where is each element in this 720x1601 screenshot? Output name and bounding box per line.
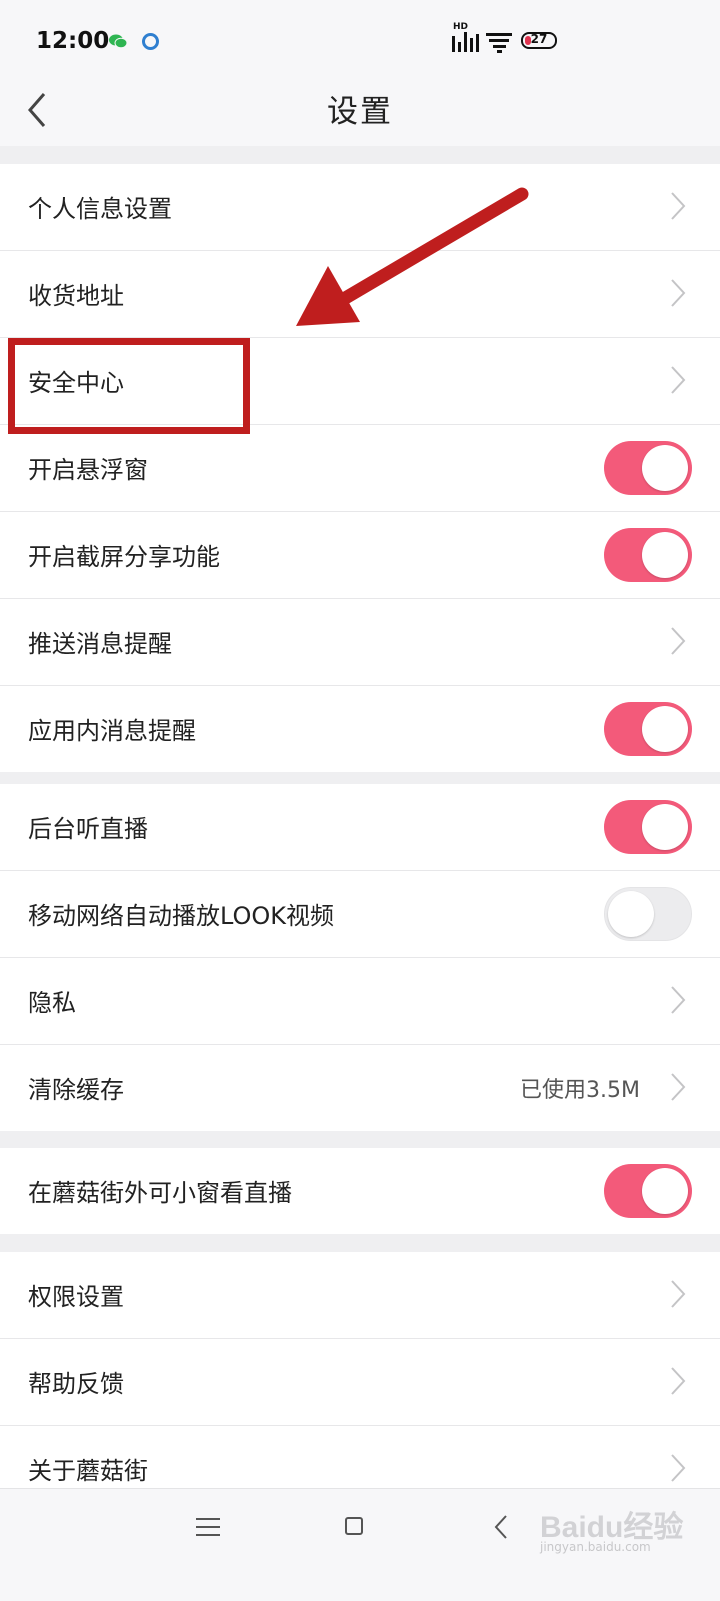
- chevron-right-icon: [671, 1280, 686, 1308]
- toggle-switch[interactable]: [604, 1164, 692, 1218]
- toggle-knob: [642, 532, 688, 578]
- settings-row[interactable]: 个人信息设置: [0, 164, 720, 251]
- recent-apps-icon[interactable]: [196, 1517, 220, 1537]
- chevron-right-icon: [671, 1454, 686, 1482]
- chevron-right-icon: [671, 1367, 686, 1395]
- chevron-right-icon: [671, 192, 686, 220]
- settings-row-label: 移动网络自动播放LOOK视频: [28, 902, 335, 930]
- chevron-right-icon: [671, 279, 686, 307]
- toggle-knob: [642, 445, 688, 491]
- chevron-right-icon: [671, 986, 686, 1014]
- settings-row-label: 关于蘑菇街: [28, 1457, 148, 1485]
- toggle-knob: [642, 804, 688, 850]
- settings-group: 后台听直播移动网络自动播放LOOK视频 隐私清除缓存 已使用3.5M: [0, 784, 720, 1131]
- settings-group: 权限设置帮助反馈关于蘑菇街: [0, 1252, 720, 1512]
- battery-icon: 27: [521, 32, 557, 49]
- watermark-url: jingyan.baidu.com: [540, 1540, 651, 1554]
- settings-row-label: 开启悬浮窗: [28, 456, 148, 484]
- settings-row-label: 帮助反馈: [28, 1370, 124, 1398]
- status-bar: 12:00 HD 27: [0, 0, 720, 80]
- signal-icon: [452, 32, 479, 52]
- chevron-right-icon: [671, 366, 686, 394]
- settings-row[interactable]: 开启截屏分享功能: [0, 512, 720, 599]
- settings-group: 个人信息设置 收货地址 安全中心 开启悬浮窗 开启截屏分享功能 推送消息提醒 应用内消息提醒: [0, 164, 720, 772]
- chevron-right-icon: [671, 1073, 686, 1101]
- settings-row-label: 权限设置: [28, 1283, 124, 1311]
- settings-row-value: 已使用3.5M: [520, 1078, 640, 1103]
- settings-row-label: 应用内消息提醒: [28, 717, 196, 745]
- toggle-knob: [642, 1168, 688, 1214]
- settings-row[interactable]: 在蘑菇街外可小窗看直播: [0, 1148, 720, 1234]
- toggle-switch[interactable]: [604, 528, 692, 582]
- settings-row[interactable]: 帮助反馈: [0, 1339, 720, 1426]
- settings-row[interactable]: 开启悬浮窗: [0, 425, 720, 512]
- system-back-icon[interactable]: [494, 1514, 508, 1540]
- battery-level: 27: [530, 32, 548, 46]
- settings-row[interactable]: 清除缓存 已使用3.5M: [0, 1045, 720, 1131]
- settings-row-label: 开启截屏分享功能: [28, 543, 220, 571]
- settings-group: 在蘑菇街外可小窗看直播: [0, 1148, 720, 1234]
- title-bar: 设置: [0, 80, 720, 146]
- wifi-icon: [486, 33, 512, 53]
- toggle-knob: [642, 706, 688, 752]
- toggle-switch[interactable]: [604, 800, 692, 854]
- chevron-right-icon: [671, 627, 686, 655]
- settings-row[interactable]: 隐私: [0, 958, 720, 1045]
- wechat-icon: [109, 34, 128, 49]
- settings-row[interactable]: 收货地址: [0, 251, 720, 338]
- settings-row[interactable]: 推送消息提醒: [0, 599, 720, 686]
- toggle-switch[interactable]: [604, 887, 692, 941]
- app-notification-icon: [142, 33, 159, 50]
- toggle-knob: [608, 891, 654, 937]
- settings-row[interactable]: 后台听直播: [0, 784, 720, 871]
- settings-row[interactable]: 权限设置: [0, 1252, 720, 1339]
- settings-row-label: 后台听直播: [28, 815, 148, 843]
- home-icon[interactable]: [345, 1517, 363, 1535]
- settings-row-label: 收货地址: [28, 282, 124, 310]
- toggle-switch[interactable]: [604, 702, 692, 756]
- settings-row[interactable]: 应用内消息提醒: [0, 686, 720, 772]
- status-time: 12:00: [36, 28, 110, 54]
- annotation-highlight-box: [8, 338, 250, 434]
- settings-row-label: 个人信息设置: [28, 195, 172, 223]
- settings-row[interactable]: 移动网络自动播放LOOK视频: [0, 871, 720, 958]
- settings-row-label: 在蘑菇街外可小窗看直播: [28, 1179, 292, 1207]
- settings-row-label: 清除缓存: [28, 1076, 124, 1104]
- page-title: 设置: [327, 94, 393, 130]
- settings-row-label: 隐私: [28, 989, 76, 1017]
- watermark: Baidu经验 jingyan.baidu.com: [540, 1500, 720, 1600]
- settings-row-label: 推送消息提醒: [28, 630, 172, 658]
- toggle-switch[interactable]: [604, 441, 692, 495]
